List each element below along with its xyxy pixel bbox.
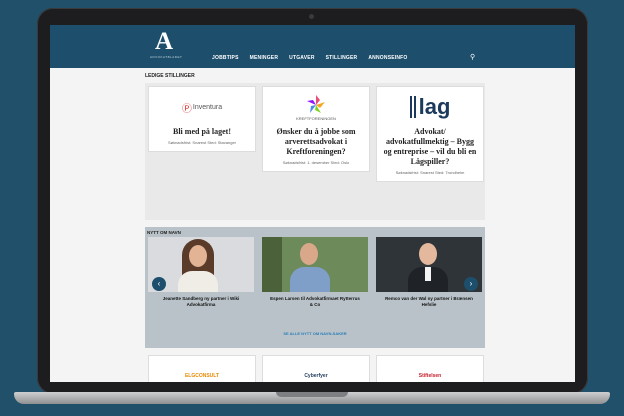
people-section: NYTT OM NAVN Jeanette Sandberg ny partne… [145, 227, 485, 348]
job-title[interactable]: Bli med på laget! [149, 127, 255, 137]
nav-annonseinfo[interactable]: ANNONSEINFO [368, 55, 407, 61]
site-header: A ADVOKATBLADET JOBBTIPS MENINGER UTGAVE… [50, 25, 575, 68]
person-card[interactable]: Espen Larsen til Advokatfirmaet Rytterru… [262, 237, 368, 308]
job-title[interactable]: Advokat/ advokatfullmektig – Bygg og ent… [377, 127, 483, 167]
laptop-notch [276, 392, 348, 397]
jobs-section-title: LEDIGE STILLINGER [145, 73, 195, 79]
browser-viewport: A ADVOKATBLADET JOBBTIPS MENINGER UTGAVE… [50, 25, 575, 382]
nav-jobbtips[interactable]: JOBBTIPS [212, 55, 239, 61]
person-name[interactable]: Espen Larsen til Advokatfirmaet Rytterru… [262, 292, 368, 308]
nav-utgaver[interactable]: UTGAVER [289, 55, 314, 61]
person-card[interactable]: Remco van der Wal ny partner i Brænsen H… [376, 237, 482, 308]
site-logo-subtitle: ADVOKATBLADET [150, 55, 183, 59]
bottom-job-card[interactable]: ELGCONSULT [148, 355, 256, 382]
job-meta: Søknadsfrist: Snarest Sted: Trondheim [395, 170, 465, 175]
person-name[interactable]: Jeanette Sandberg ny partner i Wiki Advo… [148, 292, 254, 308]
cyberfyer-logo: Cyberfyer [304, 373, 328, 379]
job-card[interactable]: Ⓟ Inventura Bli med på laget! Søknadsfri… [148, 86, 256, 152]
stiftelsen-logo: Stiftelsen [418, 373, 442, 379]
nav-stillinger[interactable]: STILLINGER [326, 55, 358, 61]
laptop-lid: A ADVOKATBLADET JOBBTIPS MENINGER UTGAVE… [37, 8, 588, 394]
main-nav: JOBBTIPS MENINGER UTGAVER STILLINGER ANN… [212, 55, 408, 61]
kreftforeningen-logo: KREFTFORENINGEN [263, 87, 369, 127]
camera [309, 14, 314, 19]
site-logo[interactable]: A [155, 28, 173, 56]
job-title[interactable]: Ønsker du å jobbe som arverettsadvokat i… [263, 127, 369, 157]
lag-logo: lag [377, 87, 483, 127]
search-icon[interactable]: ⚲ [470, 53, 475, 61]
bottom-job-card[interactable]: Cyberfyer [262, 355, 370, 382]
laptop-base [14, 392, 610, 404]
people-more-link[interactable]: SE ALLE NYTT OM NAVN-SAKER [145, 331, 485, 336]
carousel-next-icon[interactable]: › [464, 277, 478, 291]
jobs-section: Ⓟ Inventura Bli med på laget! Søknadsfri… [145, 83, 485, 220]
person-card[interactable]: Jeanette Sandberg ny partner i Wiki Advo… [148, 237, 254, 308]
bottom-job-card[interactable]: Stiftelsen [376, 355, 484, 382]
elgconsult-logo: ELGCONSULT [184, 373, 220, 379]
job-card[interactable]: lag Advokat/ advokatfullmektig – Bygg og… [376, 86, 484, 182]
job-meta: Søknadsfrist: 1. desember Sted: Oslo [282, 160, 350, 165]
person-photo [262, 237, 368, 292]
nav-meninger[interactable]: MENINGER [250, 55, 279, 61]
people-section-title: NYTT OM NAVN [147, 230, 181, 235]
job-meta: Søknadsfrist: Snarest Sted: Stavanger [167, 140, 237, 145]
carousel-prev-icon[interactable]: ‹ [152, 277, 166, 291]
inventura-logo: Ⓟ Inventura [181, 103, 223, 115]
person-name[interactable]: Remco van der Wal ny partner i Brænsen H… [376, 292, 482, 308]
job-card[interactable]: KREFTFORENINGEN Ønsker du å jobbe som ar… [262, 86, 370, 172]
